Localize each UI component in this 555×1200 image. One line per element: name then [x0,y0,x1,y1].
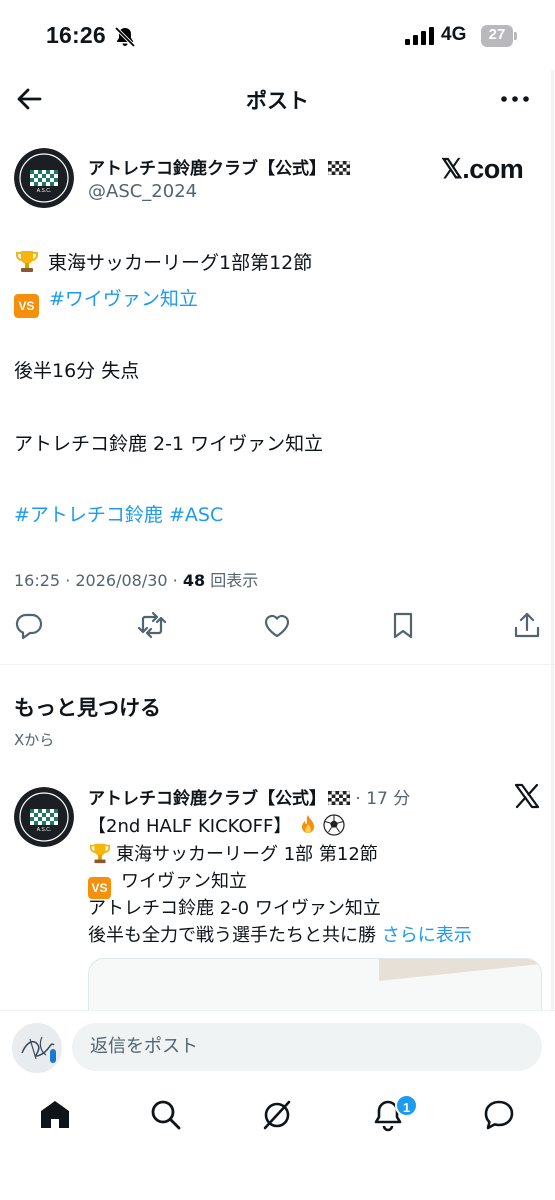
view-count[interactable]: 48 [183,571,205,590]
related-opponent-text: ワイヴァン知立 [121,871,247,892]
reply-icon[interactable] [14,610,44,640]
more-options-icon[interactable] [498,86,532,112]
grok-icon[interactable] [260,1098,294,1132]
trophy-icon [16,251,38,272]
related-message-text: 後半も全力で戦う選手たちと共に勝 [88,925,382,946]
section-divider [0,664,555,665]
discover-heading: もっと見つける [14,696,161,720]
bookmark-icon[interactable] [388,610,418,640]
status-time: 16:26 [46,22,106,48]
bottom-navigation [0,1084,555,1200]
vs-icon: VS [14,294,39,318]
media-image-fragment [379,959,541,981]
checkered-flag-icon [328,791,350,805]
battery-icon: 27 [481,25,517,47]
status-bar: 16:26 4G 27 [0,0,555,74]
related-line-league: 東海サッカーリーグ 1部 第12節 [88,840,378,866]
related-kickoff-text: 【2nd HALF KICKOFF】 [88,816,298,837]
post-timestamp: 16:25 · 2026/08/30 · [14,571,183,590]
author-name-row[interactable]: アトレチコ鈴鹿クラブ【公式】 [88,154,350,179]
reply-input[interactable]: 返信をポスト [72,1023,542,1071]
home-icon[interactable] [38,1098,72,1132]
user-avatar[interactable] [12,1023,62,1073]
related-author-row[interactable]: アトレチコ鈴鹿クラブ【公式】 · 17 分 [88,784,410,809]
post-line-opponent: VS #ワイヴァン知立 [14,284,198,318]
notification-badge: 1 [395,1094,418,1117]
checkered-flag-icon [328,161,350,175]
post-league-text: 東海サッカーリーグ1部第12節 [48,252,313,274]
signal-icon [405,27,434,45]
related-line-kickoff: 【2nd HALF KICKOFF】 [88,812,345,838]
related-post-time: · 17 分 [350,789,411,809]
related-author-name: アトレチコ鈴鹿クラブ【公式】 [88,789,326,809]
view-count-label: 回表示 [205,571,259,590]
trophy-icon [89,843,111,864]
soccer-ball-icon [323,814,345,836]
post-meta: 16:25 · 2026/08/30 · 48 回表示 [14,567,258,591]
post-line-event: 後半16分 失点 [14,360,140,382]
post-hashtags-link[interactable]: #アトレチコ鈴鹿 #ASC [14,500,223,527]
hashtag-opponent-link[interactable]: #ワイヴァン知立 [49,288,198,310]
related-line-message: 後半も全力で戦う選手たちと共に勝 さらに表示 [88,921,472,947]
discover-subtitle: Xから [14,731,55,749]
svg-text:A.S.C.: A.S.C. [37,188,51,194]
messages-icon[interactable] [482,1098,516,1132]
battery-level: 27 [488,26,506,43]
bell-muted-icon [114,26,136,48]
scrollbar[interactable] [551,70,554,1010]
post-line-league: 東海サッカーリーグ1部第12節 [14,248,312,275]
page-title: ポスト [246,89,309,113]
show-more-link[interactable]: さらに表示 [382,925,472,946]
related-line-score: アトレチコ鈴鹿 2-0 ワイヴァン知立 [88,898,381,919]
author-avatar[interactable]: A.S.C. [14,148,74,208]
x-logo-icon [514,783,540,809]
fire-icon [302,815,315,833]
search-icon[interactable] [149,1098,183,1132]
author-handle[interactable]: @ASC_2024 [88,181,197,202]
reply-bar: 返信をポスト [0,1010,555,1084]
post-actions [0,610,555,644]
related-author-avatar[interactable]: A.S.C. [14,787,74,847]
network-type: 4G [441,24,467,45]
related-league-text: 東海サッカーリーグ 1部 第12節 [116,844,378,865]
svg-text:A.S.C.: A.S.C. [37,827,51,833]
post-line-score: アトレチコ鈴鹿 2-1 ワイヴァン知立 [14,433,324,455]
repost-icon[interactable] [137,610,167,640]
share-icon[interactable] [512,610,542,640]
x-com-logo: 𝕏.com [441,154,524,184]
like-icon[interactable] [262,610,292,640]
author-name: アトレチコ鈴鹿クラブ【公式】 [88,159,326,179]
